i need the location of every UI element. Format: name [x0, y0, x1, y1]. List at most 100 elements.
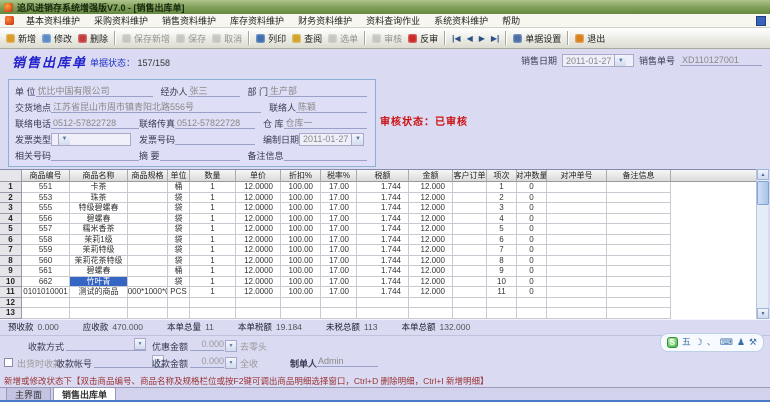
cell[interactable]: [487, 297, 517, 308]
mdi-window-button[interactable]: [756, 16, 766, 26]
menu-item[interactable]: 帮助: [495, 14, 527, 27]
cell[interactable]: 12.000: [409, 266, 453, 277]
amount-field[interactable]: 0.000: [190, 356, 224, 368]
cell[interactable]: 12.0000: [236, 213, 281, 224]
chevron-down-icon[interactable]: ▼: [225, 357, 237, 369]
cell[interactable]: 1.744: [357, 192, 409, 203]
menu-item[interactable]: 销售资料维护: [155, 14, 223, 27]
cell[interactable]: 桶: [168, 266, 190, 277]
row-number[interactable]: 11: [0, 287, 22, 298]
cell[interactable]: 560: [22, 255, 70, 266]
cell[interactable]: [607, 234, 671, 245]
cell[interactable]: 测试的商品: [70, 287, 128, 298]
note-field[interactable]: [283, 149, 367, 161]
cell[interactable]: [128, 213, 168, 224]
cell[interactable]: 662: [22, 276, 70, 287]
delete-button[interactable]: 删除: [75, 30, 111, 47]
contact-field[interactable]: 陈颖: [296, 101, 367, 113]
nav-prev-button[interactable]: ◀: [464, 32, 476, 45]
nav-first-button[interactable]: |◀: [449, 32, 463, 45]
cell[interactable]: [357, 297, 409, 308]
menu-item[interactable]: 系统资料维护: [427, 14, 495, 27]
cell[interactable]: 0: [517, 234, 547, 245]
edit-button[interactable]: 修改: [39, 30, 75, 47]
row-number[interactable]: 8: [0, 255, 22, 266]
cell[interactable]: [517, 308, 547, 319]
row-number[interactable]: 9: [0, 266, 22, 277]
cell[interactable]: [236, 297, 281, 308]
cell[interactable]: [547, 308, 607, 319]
cell[interactable]: 桶: [168, 182, 190, 193]
chevron-down-icon[interactable]: ▼: [351, 133, 364, 145]
agent-field[interactable]: 张三: [187, 85, 240, 97]
cell[interactable]: 17.00: [321, 287, 357, 298]
cell[interactable]: 100.00: [281, 255, 321, 266]
cell[interactable]: [281, 308, 321, 319]
cell[interactable]: 100.00: [281, 287, 321, 298]
cell[interactable]: [453, 308, 487, 319]
cell[interactable]: 1: [190, 224, 236, 235]
cell[interactable]: [453, 266, 487, 277]
cell[interactable]: [453, 192, 487, 203]
chevron-down-icon[interactable]: ▼: [614, 55, 627, 66]
table-scrollbar[interactable]: ▲ ▼: [756, 169, 769, 319]
cell[interactable]: 1: [190, 245, 236, 256]
menu-item[interactable]: 财务资料维护: [291, 14, 359, 27]
cell[interactable]: 1.744: [357, 287, 409, 298]
cell[interactable]: 557: [22, 224, 70, 235]
cell[interactable]: [409, 308, 453, 319]
cell[interactable]: 8: [487, 255, 517, 266]
column-header[interactable]: 商品名称: [70, 170, 128, 182]
cell[interactable]: 12.0000: [236, 192, 281, 203]
ime-wubi-icon[interactable]: 五: [682, 338, 691, 347]
cell[interactable]: 茉莉花茶特级: [70, 255, 128, 266]
cell[interactable]: 1.744: [357, 255, 409, 266]
cell[interactable]: 17.00: [321, 203, 357, 214]
cell[interactable]: [128, 224, 168, 235]
cell[interactable]: 17.00: [321, 234, 357, 245]
cell[interactable]: 100.00: [281, 245, 321, 256]
cell[interactable]: 17.00: [321, 213, 357, 224]
cell[interactable]: [453, 287, 487, 298]
cell[interactable]: [70, 297, 128, 308]
cell[interactable]: 特级碧螺春: [70, 203, 128, 214]
row-number[interactable]: 12: [0, 297, 22, 308]
cell[interactable]: [128, 297, 168, 308]
cell[interactable]: 1: [190, 287, 236, 298]
chevron-down-icon[interactable]: ▼: [58, 133, 71, 145]
cell[interactable]: [128, 192, 168, 203]
cell[interactable]: 9: [487, 266, 517, 277]
ime-fullhalf-icon[interactable]: ☽: [695, 338, 703, 347]
column-header[interactable]: 税额: [357, 170, 409, 182]
maker-field[interactable]: Admin: [316, 356, 378, 367]
cell[interactable]: [607, 266, 671, 277]
cell[interactable]: 100.00: [281, 192, 321, 203]
cell[interactable]: 10: [487, 276, 517, 287]
cell[interactable]: 袋: [168, 276, 190, 287]
cell[interactable]: 1.744: [357, 182, 409, 193]
print-button[interactable]: 列印: [253, 30, 289, 47]
cell[interactable]: [70, 308, 128, 319]
cell[interactable]: 12.000: [409, 182, 453, 193]
cell[interactable]: 12.0000: [236, 224, 281, 235]
cell[interactable]: 12.000: [409, 255, 453, 266]
cell[interactable]: 17.00: [321, 192, 357, 203]
scroll-up-icon[interactable]: ▲: [757, 169, 769, 180]
cell[interactable]: 0: [517, 213, 547, 224]
cell[interactable]: 12.000: [409, 203, 453, 214]
cell[interactable]: [190, 308, 236, 319]
ime-tool-icon[interactable]: ⚒: [749, 338, 757, 347]
cell[interactable]: [236, 308, 281, 319]
dept-field[interactable]: 生产部: [268, 85, 367, 97]
row-number[interactable]: 6: [0, 234, 22, 245]
cell[interactable]: 1000*1000*0.: [128, 287, 168, 298]
cell[interactable]: [357, 308, 409, 319]
ime-user-icon[interactable]: ♟: [737, 338, 745, 347]
warehouse-field[interactable]: 仓库一: [283, 117, 367, 129]
cell[interactable]: 袋: [168, 224, 190, 235]
column-header[interactable]: 备注信息: [607, 170, 671, 182]
cell[interactable]: 袋: [168, 213, 190, 224]
cell[interactable]: 0: [517, 287, 547, 298]
cell[interactable]: 100.00: [281, 276, 321, 287]
cell[interactable]: 1: [190, 266, 236, 277]
